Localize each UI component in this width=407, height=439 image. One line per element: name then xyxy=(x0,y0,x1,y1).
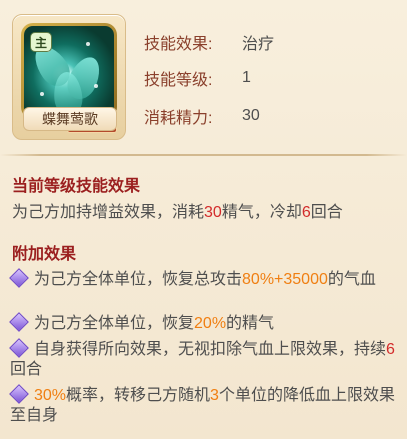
effect-2-text-2: 的精气 xyxy=(226,315,275,332)
current-level-text-2: 精气，冷却 xyxy=(221,204,302,221)
current-level-cost-value: 30 xyxy=(204,204,222,221)
skill-effect-row: 技能效果: 治疗 xyxy=(144,30,397,54)
additional-effects-title: 附加效果 xyxy=(12,246,77,263)
effect-2-text-0: 为己方全体单位，恢复 xyxy=(34,315,195,332)
divider xyxy=(0,154,407,156)
main-skill-badge: 主 xyxy=(30,32,52,52)
effect-3-duration-value: 6 xyxy=(386,341,395,358)
effect-1-text-0: 为己方全体单位，恢复总攻击 xyxy=(34,271,243,288)
diamond-icon xyxy=(9,312,29,332)
skill-tooltip: 主 1级 蝶舞莺歌 技能效果: 治疗 技能等级: 1 消耗精力: 30 当前等级… xyxy=(0,0,407,439)
additional-effect-2: 为己方全体单位，恢复20%的精气 xyxy=(9,312,397,334)
effect-1-text-2: 的气血 xyxy=(327,271,376,288)
skill-cost-value: 30 xyxy=(242,107,260,124)
skill-effect-label: 技能效果: xyxy=(144,36,213,53)
effect-3-text-0: 自身获得所向效果，无视扣除气血上限效果，持续 xyxy=(34,341,387,358)
effect-1-heal-value: 80%+35000 xyxy=(242,271,328,288)
current-level-text-4: 回合 xyxy=(310,204,343,221)
skill-level-row: 技能等级: 1 xyxy=(144,66,397,90)
current-level-text-0: 为己方加持增益效果，消耗 xyxy=(12,204,205,221)
skill-effect-value: 治疗 xyxy=(242,36,275,53)
sparkle xyxy=(94,84,98,88)
effect-2-spirit-value: 20% xyxy=(194,315,227,332)
current-level-cooldown-value: 6 xyxy=(301,204,311,221)
current-level-title: 当前等级技能效果 xyxy=(12,178,141,195)
skill-card: 主 1级 蝶舞莺歌 xyxy=(12,14,126,140)
diamond-icon xyxy=(9,384,29,404)
diamond-icon xyxy=(9,268,29,288)
skill-icon-frame: 主 xyxy=(21,23,117,119)
skill-level-label: 技能等级: xyxy=(144,72,213,89)
sparkle xyxy=(86,42,90,46)
leaf-spark-icon: 主 xyxy=(24,26,114,116)
skill-cost-label: 消耗精力: xyxy=(144,110,213,127)
skill-cost-row: 消耗精力: 30 xyxy=(144,104,397,128)
effect-4-chance-value: 30% xyxy=(34,387,67,404)
additional-effect-1: 为己方全体单位，恢复总攻击80%+35000的气血 xyxy=(9,268,397,290)
skill-level-value: 1 xyxy=(242,69,251,86)
additional-effect-3: 自身获得所向效果，无视扣除气血上限效果，持续6 回合 xyxy=(9,338,397,380)
diamond-icon xyxy=(9,338,29,358)
additional-effect-4: 30%概率，转移己方随机3个单位的降低血上限效果至自身 xyxy=(9,384,397,426)
sparkle xyxy=(40,92,44,96)
effect-4-text-1: 概率，转移己方随机 xyxy=(66,387,211,404)
effect-3-text-2: 回合 xyxy=(10,361,43,378)
skill-name: 蝶舞莺歌 xyxy=(23,107,117,131)
effect-4-count-value: 3 xyxy=(210,387,219,404)
current-level-description: 为己方加持增益效果，消耗30精气，冷却6回合 xyxy=(12,198,397,222)
